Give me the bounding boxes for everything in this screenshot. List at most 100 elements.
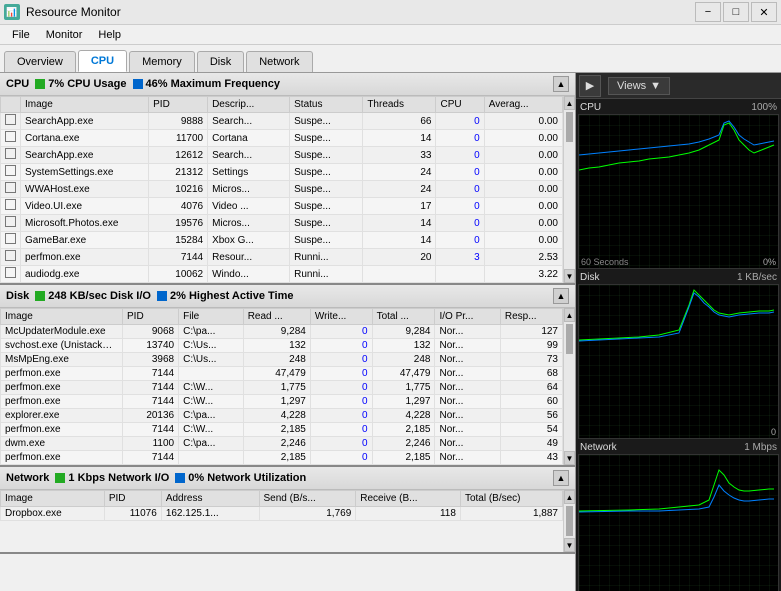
- net-col-receive[interactable]: Receive (B...: [356, 491, 461, 507]
- cpu-col-threads[interactable]: Threads: [363, 97, 436, 113]
- right-panel: ▶ Views ▼ CPU 100%: [576, 73, 781, 591]
- net-col-total[interactable]: Total (B/sec): [460, 491, 562, 507]
- cpu-scroll-thumb[interactable]: [566, 112, 573, 142]
- disk-col-pid[interactable]: PID: [123, 309, 179, 325]
- cpu-col-image[interactable]: Image: [21, 97, 149, 113]
- tab-cpu[interactable]: CPU: [78, 50, 127, 72]
- checkbox-icon[interactable]: [5, 216, 16, 227]
- network-collapse-button[interactable]: ▲: [553, 470, 569, 486]
- tab-memory[interactable]: Memory: [129, 51, 195, 72]
- cpu-scroll-track[interactable]: [564, 110, 575, 269]
- net-col-pid[interactable]: PID: [104, 491, 161, 507]
- table-row[interactable]: explorer.exe 20136 C:\pa... 4,228 0 4,22…: [1, 409, 563, 423]
- table-row[interactable]: Microsoft.Photos.exe 19576 Micros... Sus…: [1, 215, 563, 232]
- table-row[interactable]: Video.UI.exe 4076 Video ... Suspe... 17 …: [1, 198, 563, 215]
- checkbox-icon[interactable]: [5, 148, 16, 159]
- table-row[interactable]: Cortana.exe 11700 Cortana Suspe... 14 0 …: [1, 130, 563, 147]
- disk-col-image[interactable]: Image: [1, 309, 123, 325]
- cpu-collapse-button[interactable]: ▲: [553, 76, 569, 92]
- checkbox-icon[interactable]: [5, 199, 16, 210]
- disk-section-header[interactable]: Disk 248 KB/sec Disk I/O 2% Highest Acti…: [0, 285, 575, 308]
- maximize-button[interactable]: □: [723, 2, 749, 22]
- row-check[interactable]: [1, 215, 21, 232]
- disk-scroll-track[interactable]: [564, 322, 575, 451]
- row-check[interactable]: [1, 130, 21, 147]
- table-row[interactable]: Dropbox.exe 11076 162.125.1... 1,769 118…: [1, 507, 563, 521]
- table-row[interactable]: dwm.exe 1100 C:\pa... 2,246 0 2,246 Nor.…: [1, 437, 563, 451]
- cpu-section-header[interactable]: CPU 7% CPU Usage 46% Maximum Frequency ▲: [0, 73, 575, 96]
- checkbox-icon[interactable]: [5, 131, 16, 142]
- disk-scroll-down[interactable]: ▼: [564, 451, 575, 465]
- row-check[interactable]: [1, 113, 21, 130]
- row-total: 47,479: [372, 367, 435, 381]
- table-row[interactable]: perfmon.exe 7144 Resour... Runni... 20 3…: [1, 249, 563, 266]
- disk-col-read[interactable]: Read ...: [243, 309, 310, 325]
- checkbox-icon[interactable]: [5, 114, 16, 125]
- disk-scroll-thumb[interactable]: [566, 324, 573, 354]
- close-button[interactable]: ✕: [751, 2, 777, 22]
- row-check[interactable]: [1, 198, 21, 215]
- row-check[interactable]: [1, 147, 21, 164]
- views-button[interactable]: Views ▼: [608, 77, 670, 95]
- net-blue-icon: [175, 473, 185, 483]
- cpu-col-desc[interactable]: Descrip...: [208, 97, 290, 113]
- checkbox-icon[interactable]: [5, 165, 16, 176]
- table-row[interactable]: GameBar.exe 15284 Xbox G... Suspe... 14 …: [1, 232, 563, 249]
- menu-file[interactable]: File: [4, 27, 38, 43]
- disk-col-write[interactable]: Write...: [310, 309, 372, 325]
- net-scroll-thumb[interactable]: [566, 506, 573, 536]
- minimize-button[interactable]: −: [695, 2, 721, 22]
- expand-button[interactable]: ▶: [579, 75, 601, 97]
- row-check[interactable]: [1, 249, 21, 266]
- tab-disk[interactable]: Disk: [197, 51, 244, 72]
- row-check[interactable]: [1, 164, 21, 181]
- table-row[interactable]: perfmon.exe 7144 C:\W... 2,185 0 2,185 N…: [1, 423, 563, 437]
- disk-col-total[interactable]: Total ...: [372, 309, 435, 325]
- checkbox-icon[interactable]: [5, 250, 16, 261]
- table-row[interactable]: SearchApp.exe 12612 Search... Suspe... 3…: [1, 147, 563, 164]
- cpu-col-pid[interactable]: PID: [149, 97, 208, 113]
- cpu-col-avg[interactable]: Averag...: [484, 97, 562, 113]
- net-col-image[interactable]: Image: [1, 491, 105, 507]
- table-row[interactable]: svchost.exe (UnistackSvcGroup) 13740 C:\…: [1, 339, 563, 353]
- table-row[interactable]: MsMpEng.exe 3968 C:\Us... 248 0 248 Nor.…: [1, 353, 563, 367]
- net-scroll-up[interactable]: ▲: [564, 490, 575, 504]
- row-check[interactable]: [1, 181, 21, 198]
- net-col-send[interactable]: Send (B/s...: [259, 491, 356, 507]
- net-scroll-track[interactable]: [564, 504, 575, 538]
- network-scrollbar[interactable]: ▲ ▼: [563, 490, 575, 552]
- net-col-address[interactable]: Address: [161, 491, 259, 507]
- tab-network[interactable]: Network: [246, 51, 312, 72]
- row-check[interactable]: [1, 266, 21, 283]
- cpu-scroll-up[interactable]: ▲: [564, 96, 575, 110]
- cpu-col-status[interactable]: Status: [290, 97, 363, 113]
- menu-monitor[interactable]: Monitor: [38, 27, 91, 43]
- table-row[interactable]: SearchApp.exe 9888 Search... Suspe... 66…: [1, 113, 563, 130]
- disk-col-file[interactable]: File: [179, 309, 244, 325]
- cpu-scroll-down[interactable]: ▼: [564, 269, 575, 283]
- checkbox-icon[interactable]: [5, 233, 16, 244]
- cpu-col-cpu[interactable]: CPU: [436, 97, 484, 113]
- disk-scrollbar[interactable]: ▲ ▼: [563, 308, 575, 465]
- menu-help[interactable]: Help: [90, 27, 129, 43]
- disk-col-io[interactable]: I/O Pr...: [435, 309, 500, 325]
- cpu-scrollbar[interactable]: ▲ ▼: [563, 96, 575, 283]
- table-row[interactable]: McUpdaterModule.exe 9068 C:\pa... 9,284 …: [1, 325, 563, 339]
- network-section-header[interactable]: Network 1 Kbps Network I/O 0% Network Ut…: [0, 467, 575, 490]
- table-row[interactable]: perfmon.exe 7144 2,185 0 2,185 Nor... 43: [1, 451, 563, 465]
- table-row[interactable]: SystemSettings.exe 21312 Settings Suspe.…: [1, 164, 563, 181]
- row-check[interactable]: [1, 232, 21, 249]
- checkbox-icon[interactable]: [5, 182, 16, 193]
- disk-collapse-button[interactable]: ▲: [553, 288, 569, 304]
- net-scroll-down[interactable]: ▼: [564, 538, 575, 552]
- disk-col-resp[interactable]: Resp...: [500, 309, 562, 325]
- checkbox-icon[interactable]: [5, 267, 16, 278]
- tab-overview[interactable]: Overview: [4, 51, 76, 72]
- table-row[interactable]: WWAHost.exe 10216 Micros... Suspe... 24 …: [1, 181, 563, 198]
- table-row[interactable]: perfmon.exe 7144 C:\W... 1,775 0 1,775 N…: [1, 381, 563, 395]
- disk-scroll-up[interactable]: ▲: [564, 308, 575, 322]
- table-row[interactable]: perfmon.exe 7144 47,479 0 47,479 Nor... …: [1, 367, 563, 381]
- table-row[interactable]: audiodg.exe 10062 Windo... Runni... 3.22: [1, 266, 563, 283]
- table-row[interactable]: perfmon.exe 7144 C:\W... 1,297 0 1,297 N…: [1, 395, 563, 409]
- cpu-col-check[interactable]: [1, 97, 21, 113]
